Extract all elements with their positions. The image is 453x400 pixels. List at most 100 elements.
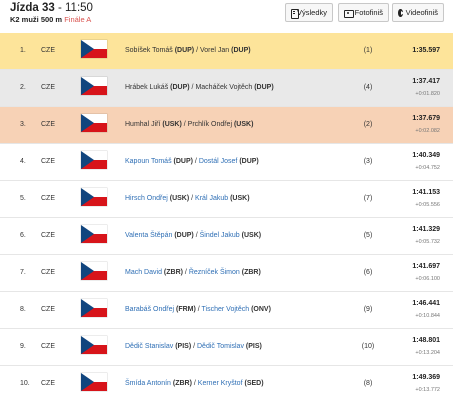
- athlete-2-link[interactable]: Šindel Jakub: [200, 232, 240, 239]
- athlete-2-link[interactable]: Dědič Tomislav: [197, 343, 244, 350]
- time-difference: +0:13.772: [415, 387, 440, 393]
- nation-code: CZE: [41, 195, 55, 202]
- athlete-1-link[interactable]: Kapoun Tomáš: [125, 158, 172, 165]
- athlete-1-link[interactable]: Hrábek Lukáš: [125, 84, 168, 91]
- nation-code: CZE: [41, 380, 55, 387]
- crew: Sobíšek Tomáš (DUP) / Vorel Jan (DUP): [125, 47, 251, 54]
- rank: 5.: [20, 195, 26, 202]
- athlete-2-link[interactable]: Vorel Jan: [200, 47, 229, 54]
- athlete-2-club: (USK): [230, 195, 250, 202]
- athlete-1-club: (ZBR): [163, 269, 183, 276]
- crew: Barabáš Ondřej (FRM) / Tischer Vojtěch (…: [125, 306, 271, 313]
- race-subtitle: K2 muži 500 m Finále A: [10, 15, 91, 24]
- athlete-1-link[interactable]: Šmída Antonín: [125, 380, 171, 387]
- czech-flag-icon: [81, 188, 107, 206]
- finish-time: 1:41.153: [412, 189, 440, 196]
- title-separator: -: [57, 2, 65, 14]
- photo-finish-button-label: Fotofiniš: [354, 8, 383, 17]
- time-difference: +0:04.752: [415, 165, 440, 171]
- camera-icon: [344, 9, 354, 18]
- athlete-1-link[interactable]: Hirsch Ondřej: [125, 195, 168, 202]
- lane: (10): [361, 343, 375, 350]
- finish-time: 1:41.329: [412, 226, 440, 233]
- czech-flag-icon: [81, 225, 107, 243]
- race-header: Jízda 33 - 11:50 K2 muži 500 m Finále A …: [0, 0, 453, 30]
- nation-code: CZE: [41, 232, 55, 239]
- nation-code: CZE: [41, 47, 55, 54]
- athlete-1-link[interactable]: Sobíšek Tomáš: [125, 47, 173, 54]
- result-row: 9. CZE Dědič Stanislav (PIS) / Dědič Tomis…: [0, 329, 453, 366]
- result-row: 4. CZE Kapoun Tomáš (DUP) / Dostál Josef (…: [0, 144, 453, 181]
- czech-flag-icon: [81, 151, 107, 169]
- athlete-2-link[interactable]: Král Jakub: [195, 195, 228, 202]
- result-row: 8. CZE Barabáš Ondřej (FRM) / Tischer Vojt…: [0, 292, 453, 329]
- nation-code: CZE: [41, 84, 55, 91]
- race-title: Jízda 33 - 11:50: [10, 2, 93, 14]
- lane: (1): [363, 47, 373, 54]
- athlete-2-club: (DUP): [254, 84, 274, 91]
- athlete-2-link[interactable]: Macháček Vojtěch: [195, 84, 252, 91]
- rank: 4.: [20, 158, 26, 165]
- finish-time: 1:37.417: [412, 78, 440, 85]
- crew: Humhal Jiří (USK) / Prchlík Ondřej (USK): [125, 121, 253, 128]
- document-icon: [291, 8, 299, 19]
- time-difference: +0:02.082: [415, 128, 440, 134]
- athlete-1-club: (DUP): [173, 158, 193, 165]
- finish-time: 1:37.679: [412, 115, 440, 122]
- lane: (8): [363, 380, 373, 387]
- results-button[interactable]: Výsledky: [285, 3, 333, 22]
- athlete-2-link[interactable]: Prchlík Ondřej: [188, 121, 232, 128]
- rank: 1.: [20, 47, 26, 54]
- nation-code: CZE: [41, 306, 55, 313]
- crew: Hrábek Lukáš (DUP) / Macháček Vojtěch (D…: [125, 84, 274, 91]
- athlete-1-club: (DUP): [170, 84, 190, 91]
- photo-finish-button[interactable]: Fotofiniš: [338, 3, 389, 22]
- result-row: 7. CZE Mach David (ZBR) / Řezníček Šimon (…: [0, 255, 453, 292]
- rank: 6.: [20, 232, 26, 239]
- nation-code: CZE: [41, 343, 55, 350]
- athlete-1-link[interactable]: Valenta Štěpán: [125, 232, 172, 239]
- rank: 8.: [20, 306, 26, 313]
- race-category: K2 muži 500 m: [10, 15, 63, 24]
- crew: Kapoun Tomáš (DUP) / Dostál Josef (DUP): [125, 158, 259, 165]
- czech-flag-icon: [81, 77, 107, 95]
- crew: Hirsch Ondřej (USK) / Král Jakub (USK): [125, 195, 250, 202]
- time-difference: +0:10.844: [415, 313, 440, 319]
- time-difference: +0:06.100: [415, 276, 440, 282]
- finish-time: 1:35.597: [412, 47, 440, 54]
- time-difference: +0:01.820: [415, 91, 440, 97]
- result-row: 2. CZE Hrábek Lukáš (DUP) / Macháček Vojtě…: [0, 70, 453, 107]
- athlete-2-club: (ONV): [251, 306, 271, 313]
- finish-time: 1:46.441: [412, 300, 440, 307]
- athlete-1-club: (PIS): [175, 343, 192, 350]
- athlete-1-club: (DUP): [174, 232, 194, 239]
- czech-flag-icon: [81, 40, 107, 58]
- athlete-2-link[interactable]: Řezníček Šimon: [189, 269, 240, 276]
- athlete-1-link[interactable]: Barabáš Ondřej: [125, 306, 174, 313]
- video-finish-button[interactable]: Videofiniš: [392, 3, 444, 22]
- time-difference: +0:05.732: [415, 239, 440, 245]
- nation-code: CZE: [41, 121, 55, 128]
- athlete-1-club: (USK): [169, 195, 190, 202]
- athlete-2-link[interactable]: Dostál Josef: [199, 158, 238, 165]
- athlete-1-link[interactable]: Humhal Jiří: [125, 121, 160, 128]
- czech-flag-icon: [81, 336, 107, 354]
- athlete-1-club: (ZBR): [172, 380, 192, 387]
- results-table: 1. CZE Sobíšek Tomáš (DUP) / Vorel Jan (DU…: [0, 33, 453, 400]
- czech-flag-icon: [81, 114, 107, 132]
- race-label: Jízda: [10, 2, 39, 14]
- athlete-2-club: (DUP): [231, 47, 251, 54]
- athlete-1-club: (FRM): [175, 306, 196, 313]
- czech-flag-icon: [81, 262, 107, 280]
- play-icon: [398, 8, 404, 17]
- crew: Mach David (ZBR) / Řezníček Šimon (ZBR): [125, 269, 261, 276]
- athlete-2-link[interactable]: Kerner Kryštof: [198, 380, 243, 387]
- rank: 10.: [20, 380, 30, 387]
- finish-time: 1:40.349: [412, 152, 440, 159]
- athlete-2-club: (SED): [244, 380, 264, 387]
- athlete-1-link[interactable]: Mach David: [125, 269, 162, 276]
- athlete-2-link[interactable]: Tischer Vojtěch: [202, 306, 250, 313]
- athlete-1-link[interactable]: Dědič Stanislav: [125, 343, 173, 350]
- athlete-2-club: (USK): [241, 232, 262, 239]
- lane: (3): [363, 158, 373, 165]
